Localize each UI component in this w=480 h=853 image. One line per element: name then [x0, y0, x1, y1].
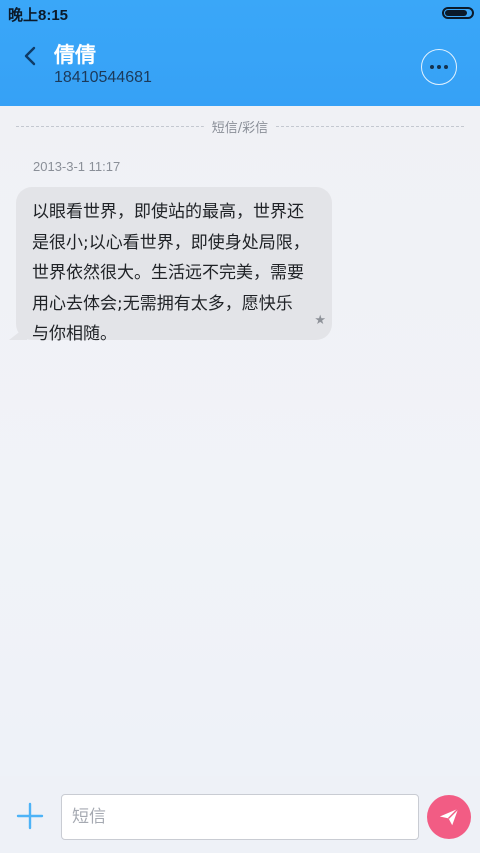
send-icon: [439, 808, 459, 826]
add-attachment-button[interactable]: [14, 800, 46, 832]
contact-name: 倩倩: [54, 43, 96, 67]
more-horizontal-icon: [430, 65, 434, 69]
battery-icon: [442, 7, 474, 19]
message-line: 与你相随。: [32, 324, 117, 344]
message-line: 世界依然很大。生活远不完美，需要: [32, 263, 304, 283]
app-header: 晚上8:15 倩倩 18410544681: [0, 0, 480, 106]
back-button[interactable]: [14, 40, 46, 72]
message-timestamp: 2013-3-1 11:17: [33, 159, 121, 174]
message-line: 用心去体会;无需拥有太多，愿快乐: [32, 293, 293, 314]
chevron-left-icon: [24, 46, 36, 66]
contact-number: 18410544681: [54, 69, 152, 86]
send-button[interactable]: [427, 795, 471, 839]
more-dot: [444, 65, 448, 69]
more-options-button[interactable]: [421, 49, 457, 85]
message-bubble[interactable]: 以眼看世界，即使站的最高，世界还 是很小;以心看世界，即使身处局限， 世界依然很…: [16, 187, 332, 344]
message-line: 以眼看世界，即使站的最高，世界还: [32, 202, 304, 222]
plus-icon: [16, 802, 44, 830]
message-input[interactable]: [61, 794, 419, 840]
more-dot: [437, 65, 441, 69]
composer-bar: [0, 776, 480, 853]
battery-level: [445, 10, 467, 16]
conversation-area[interactable]: 短信/彩信 2013-3-1 11:17 以眼看世界，即使站的最高，世界还 是很…: [0, 106, 480, 776]
star-icon: ★: [314, 312, 326, 328]
message-line: 是很小;以心看世界，即使身处局限，: [32, 232, 310, 253]
message-type-divider: 短信/彩信: [203, 117, 277, 136]
status-time: 晚上8:15: [8, 7, 69, 24]
